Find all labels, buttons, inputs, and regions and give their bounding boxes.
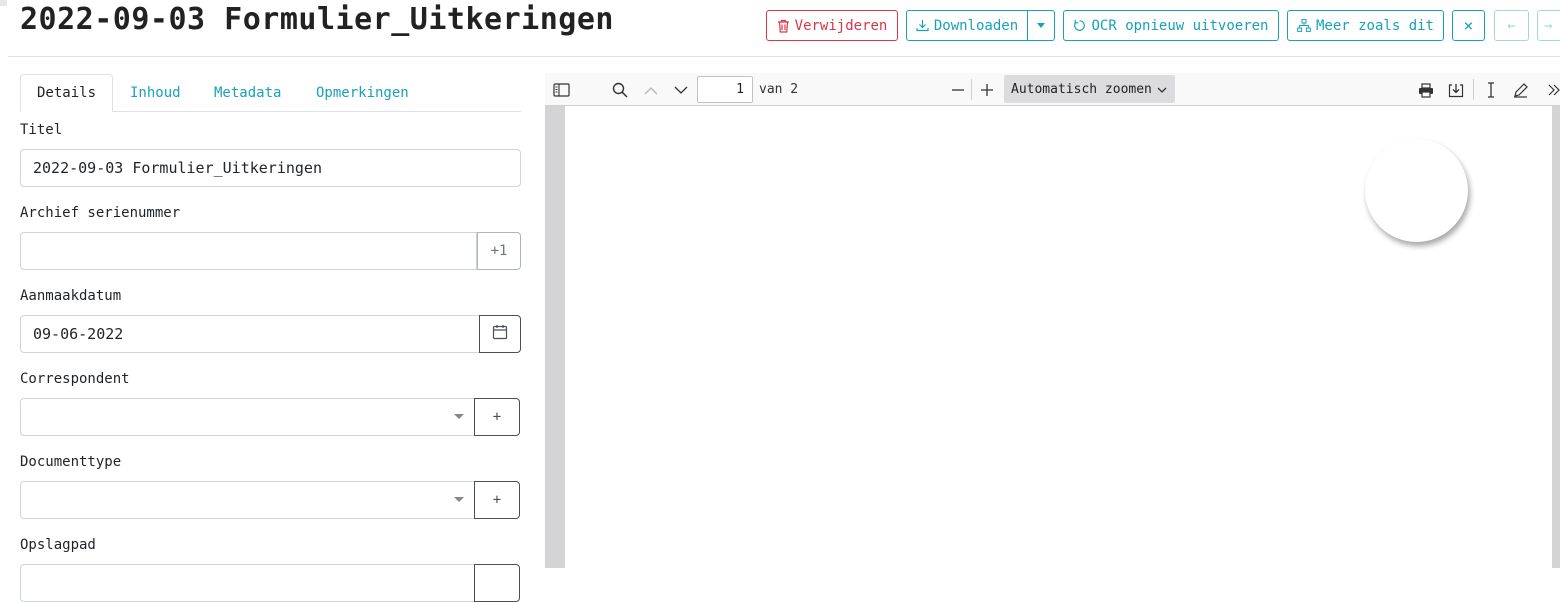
toolbar-separator: [1473, 79, 1474, 100]
tab-content[interactable]: Inhoud: [114, 74, 197, 112]
zoom-in-icon[interactable]: [978, 81, 996, 99]
download-options-toggle[interactable]: [1027, 10, 1055, 41]
chevron-down-icon: [1157, 83, 1167, 98]
search-icon[interactable]: [611, 81, 629, 99]
storage-path-select[interactable]: [20, 564, 476, 602]
document-type-select[interactable]: [20, 481, 476, 519]
add-storage-path-button[interactable]: [474, 564, 520, 602]
title-label: Titel: [20, 122, 63, 138]
more-like-this-button[interactable]: Meer zoals dit: [1287, 10, 1444, 41]
document-type-dropdown-icon: [454, 497, 464, 502]
asn-input[interactable]: [20, 232, 477, 270]
text-cursor-icon[interactable]: [1482, 81, 1500, 99]
page-count: van 2: [759, 82, 799, 97]
previous-document-button[interactable]: ←: [1494, 10, 1529, 41]
corner-mark: [0, 0, 7, 6]
next-page-icon[interactable]: [672, 81, 690, 99]
storage-path-label: Opslagpad: [20, 537, 96, 553]
delete-label: Verwijderen: [794, 17, 888, 34]
more-like-this-label: Meer zoals dit: [1315, 17, 1434, 34]
title-input[interactable]: 2022-09-03 Formulier_Uitkeringen: [20, 149, 521, 187]
pdf-page: [565, 106, 1552, 568]
asn-increment-button[interactable]: +1: [477, 232, 521, 270]
zoom-out-icon[interactable]: [949, 81, 967, 99]
caret-down-icon: [1037, 23, 1045, 28]
refresh-icon: [1073, 19, 1086, 32]
created-date-label: Aanmaakdatum: [20, 288, 122, 304]
asn-label: Archief serienummer: [20, 205, 181, 221]
page-number-input[interactable]: 1: [697, 76, 753, 103]
arrow-right-icon: →: [1544, 17, 1553, 34]
sidebar-toggle-icon[interactable]: [552, 81, 570, 99]
loading-circle: [1365, 139, 1468, 242]
next-document-button[interactable]: →: [1537, 10, 1560, 41]
calendar-button[interactable]: [479, 315, 521, 353]
previous-page-icon[interactable]: [642, 81, 660, 99]
ocr-rerun-button[interactable]: OCR opnieuw uitvoeren: [1063, 10, 1279, 41]
header-divider: [8, 56, 1560, 57]
delete-button[interactable]: Verwijderen: [766, 10, 898, 41]
zoom-select[interactable]: Automatisch zoomen: [1004, 75, 1175, 103]
tab-metadata[interactable]: Metadata: [198, 74, 297, 112]
document-type-label: Documenttype: [20, 454, 122, 470]
add-document-type-button[interactable]: +: [474, 481, 520, 519]
trash-icon: [777, 19, 790, 33]
zoom-select-label: Automatisch zoomen: [1011, 81, 1152, 97]
ocr-rerun-label: OCR opnieuw uitvoeren: [1091, 17, 1269, 34]
correspondent-dropdown-icon: [454, 414, 464, 419]
created-date-input[interactable]: 09-06-2022: [20, 315, 480, 353]
pdf-viewer: 1 van 2 Automatisch zoomen: [545, 73, 1560, 568]
calendar-icon: [492, 324, 508, 344]
tab-notes[interactable]: Opmerkingen: [300, 74, 425, 112]
page-title: 2022-09-03 Formulier_Uitkeringen: [20, 2, 614, 37]
save-download-icon[interactable]: [1447, 81, 1465, 99]
download-label: Downloaden: [933, 17, 1019, 34]
pdf-toolbar: 1 van 2 Automatisch zoomen: [545, 73, 1560, 106]
arrow-left-icon: ←: [1507, 17, 1516, 34]
add-correspondent-button[interactable]: +: [474, 398, 520, 436]
diagram-icon: [1297, 19, 1311, 32]
pen-icon[interactable]: [1511, 81, 1529, 99]
download-button[interactable]: Downloaden: [906, 10, 1028, 41]
print-icon[interactable]: [1417, 81, 1435, 99]
double-chevron-right-icon[interactable]: [1545, 81, 1560, 99]
tab-details[interactable]: Details: [20, 74, 113, 112]
download-icon: [916, 19, 929, 32]
close-icon: ×: [1463, 16, 1474, 35]
correspondent-select[interactable]: [20, 398, 476, 436]
correspondent-label: Correspondent: [20, 371, 130, 387]
close-button[interactable]: ×: [1452, 10, 1485, 41]
detail-tabs: Details Inhoud Metadata Opmerkingen: [20, 74, 521, 112]
toolbar-separator: [971, 79, 972, 100]
